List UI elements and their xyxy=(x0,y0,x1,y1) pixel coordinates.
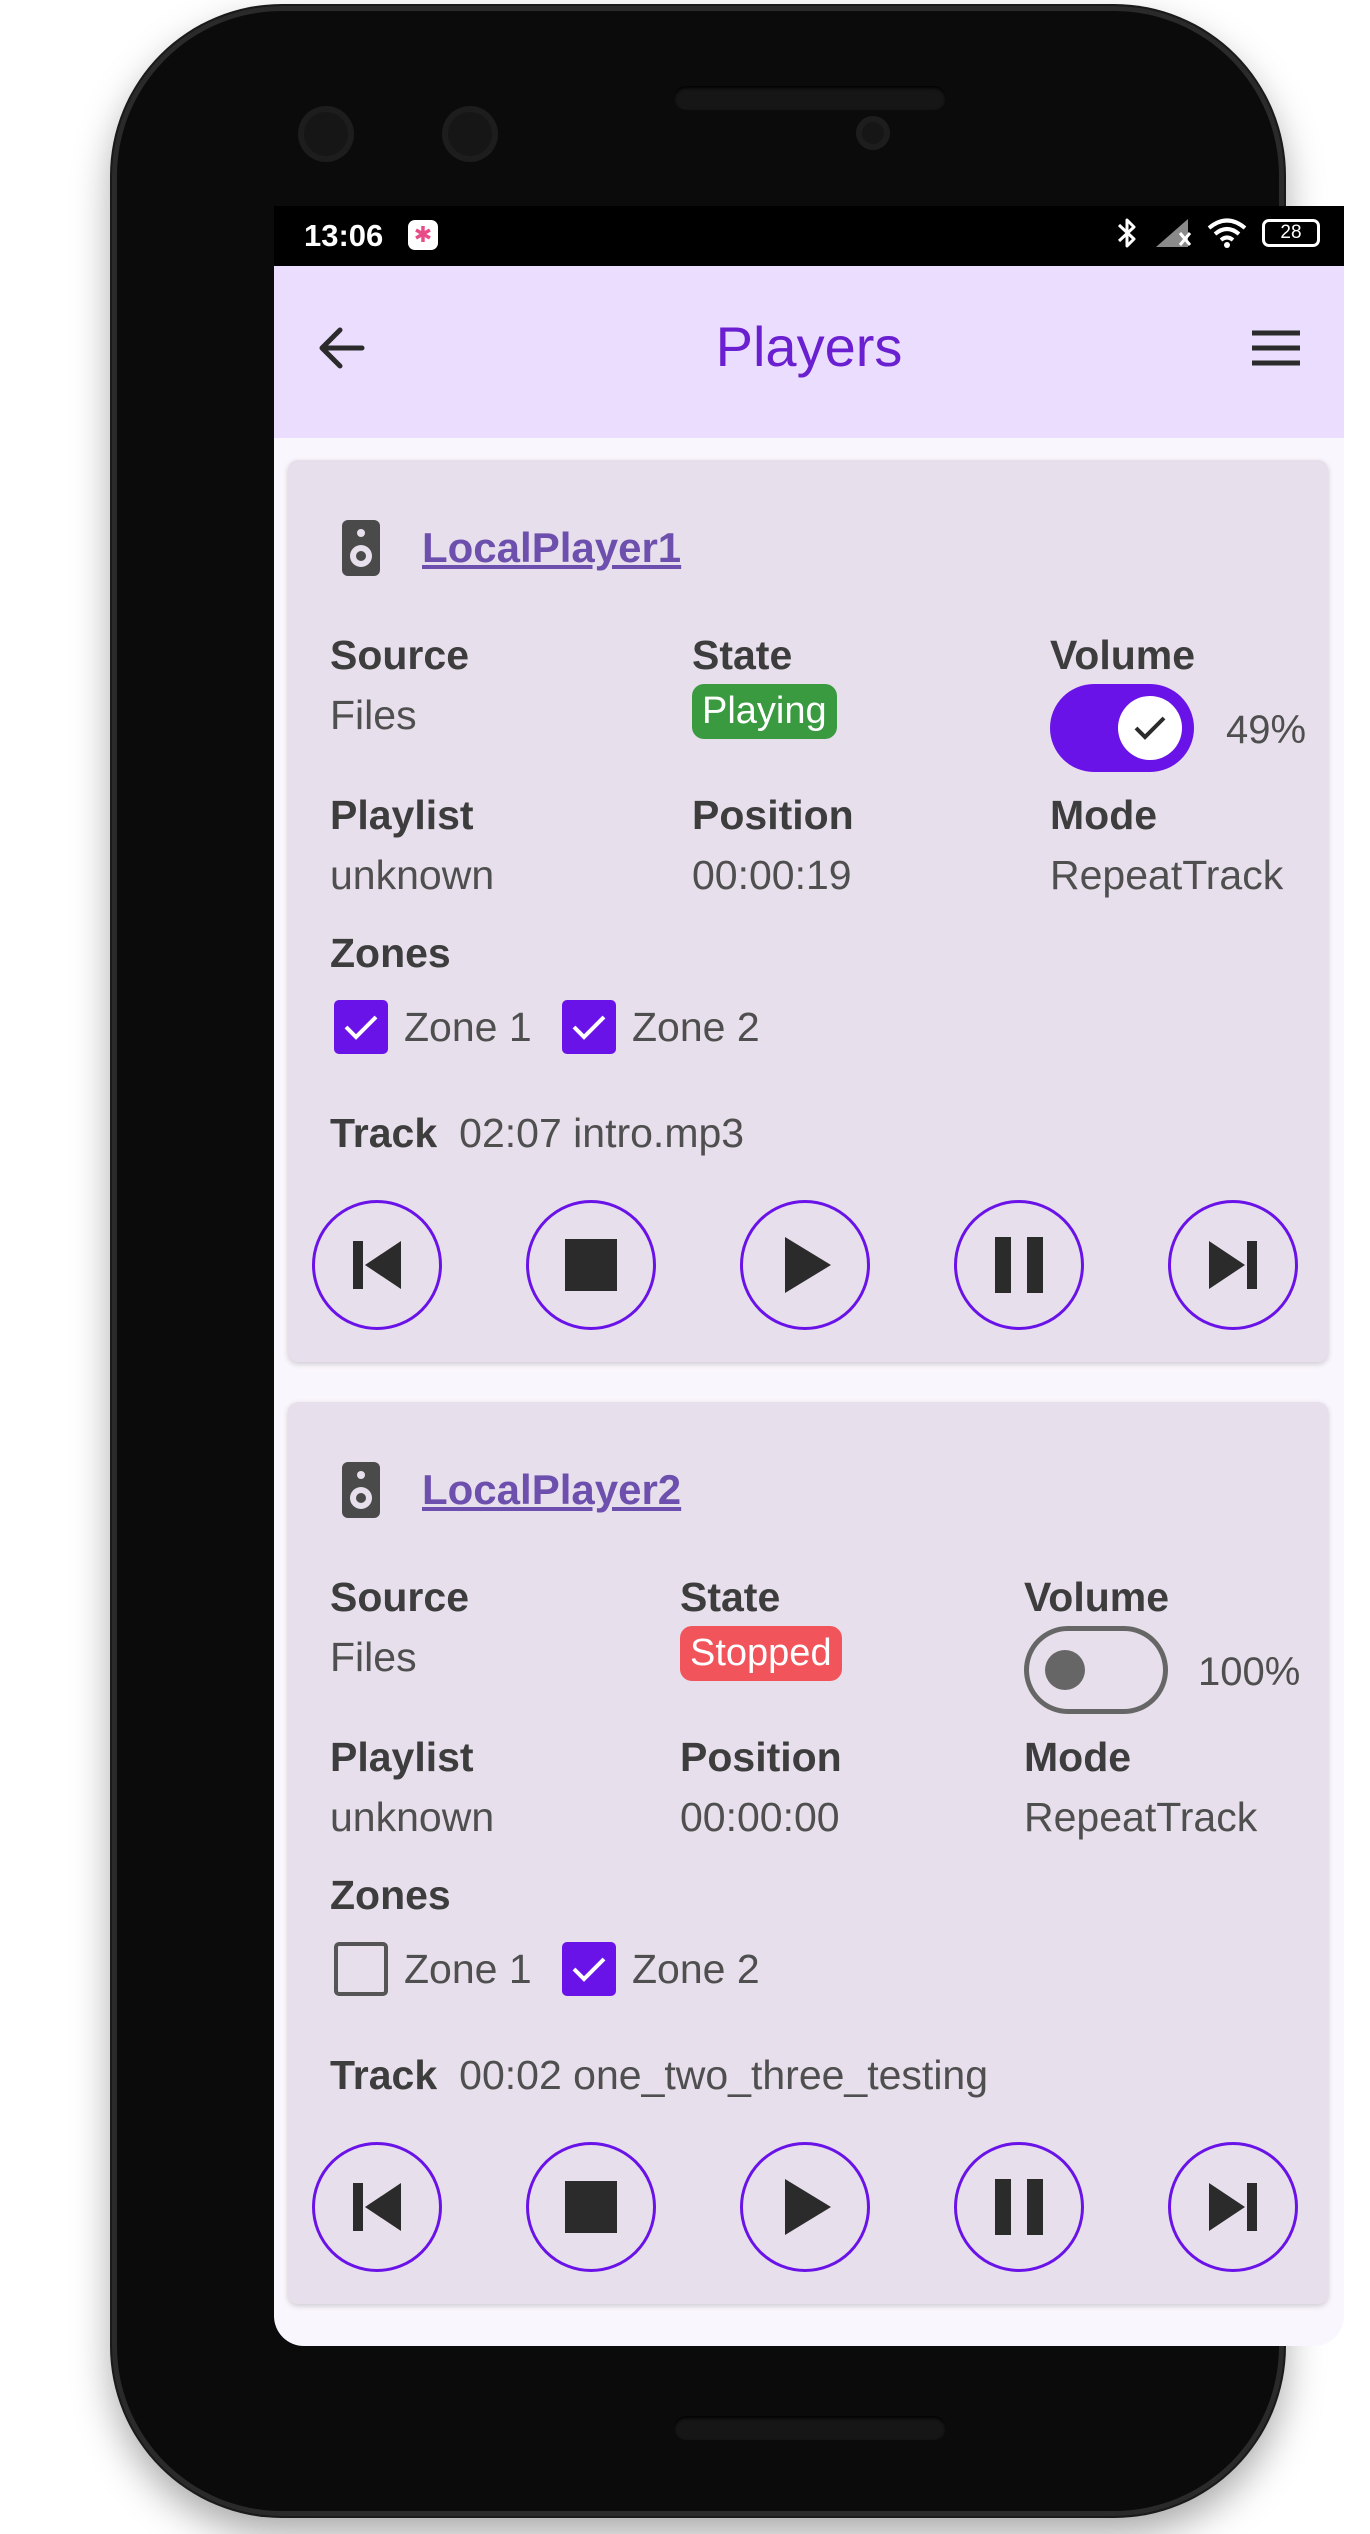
player-card: LocalPlayer1 Source Files State Playing … xyxy=(288,460,1328,1362)
state-badge: Playing xyxy=(692,684,837,739)
play-icon xyxy=(785,1237,831,1293)
stop-icon xyxy=(565,1239,617,1291)
track-info: Track 02:07 intro.mp3 xyxy=(330,1110,744,1157)
skip-next-icon xyxy=(1209,1241,1257,1289)
source-value: Files xyxy=(330,692,417,738)
source-label: Source xyxy=(330,632,469,678)
track-name: intro.mp3 xyxy=(573,1110,745,1156)
checkbox-unchecked[interactable] xyxy=(334,1942,388,1996)
bottom-speaker xyxy=(674,2416,946,2440)
play-button[interactable] xyxy=(740,2142,870,2272)
phone-frame: 13:06 ✱ 28 Players LocalPlayer1 Source F… xyxy=(112,6,1344,2516)
pause-icon xyxy=(995,2179,1043,2235)
zone-label: Zone 1 xyxy=(404,1003,532,1050)
playlist-label: Playlist xyxy=(330,1734,474,1780)
skip-next-icon xyxy=(1209,2183,1257,2231)
playlist-label: Playlist xyxy=(330,792,474,838)
status-time: 13:06 xyxy=(304,218,384,253)
zone-label: Zone 1 xyxy=(404,1945,532,1992)
checkbox-checked[interactable] xyxy=(334,1000,388,1054)
pause-button[interactable] xyxy=(954,2142,1084,2272)
zone-checkbox-2[interactable]: Zone 2 xyxy=(562,1942,760,1996)
stop-icon xyxy=(565,2181,617,2233)
mode-label: Mode xyxy=(1024,1734,1132,1780)
player-name-link[interactable]: LocalPlayer1 xyxy=(422,524,681,572)
stop-button[interactable] xyxy=(526,1200,656,1330)
bluetooth-icon xyxy=(1117,218,1136,248)
proximity-sensor xyxy=(856,116,890,150)
front-camera xyxy=(298,106,354,162)
signal-icon xyxy=(1156,219,1192,247)
zone-checkbox-1[interactable]: Zone 1 xyxy=(334,1000,532,1054)
track-label: Track xyxy=(330,2052,438,2098)
app-notification-icon: ✱ xyxy=(408,220,438,250)
pause-icon xyxy=(995,1237,1043,1293)
track-time: 02:07 xyxy=(459,1110,562,1156)
toggle-knob xyxy=(1045,1650,1085,1690)
track-label: Track xyxy=(330,1110,438,1156)
speaker-icon xyxy=(342,1462,380,1518)
volume-toggle[interactable] xyxy=(1024,1626,1168,1714)
status-bar: 13:06 ✱ 28 xyxy=(274,206,1344,266)
state-label: State xyxy=(692,632,793,678)
page-title: Players xyxy=(715,315,903,378)
battery-icon: 28 xyxy=(1262,219,1320,247)
stop-button[interactable] xyxy=(526,2142,656,2272)
zone-checkbox-1[interactable]: Zone 1 xyxy=(334,1942,532,1996)
play-icon xyxy=(785,2179,831,2235)
check-icon xyxy=(572,1957,606,1982)
volume-toggle[interactable] xyxy=(1050,684,1194,772)
check-icon xyxy=(344,1015,378,1040)
skip-previous-button[interactable] xyxy=(312,1200,442,1330)
wifi-icon xyxy=(1207,218,1247,248)
skip-next-button[interactable] xyxy=(1168,1200,1298,1330)
speaker-icon xyxy=(342,520,380,576)
state-badge: Stopped xyxy=(680,1626,842,1681)
source-label: Source xyxy=(330,1574,469,1620)
track-name: one_two_three_testing xyxy=(573,2052,989,2098)
playlist-value: unknown xyxy=(330,852,495,898)
zone-label: Zone 2 xyxy=(632,1003,760,1050)
volume-label: Volume xyxy=(1024,1574,1170,1620)
player-card: LocalPlayer2 Source Files State Stopped … xyxy=(288,1402,1328,2304)
position-value: 00:00:00 xyxy=(680,1794,840,1840)
skip-previous-icon xyxy=(353,2183,401,2231)
player-name-link[interactable]: LocalPlayer2 xyxy=(422,1466,681,1514)
skip-previous-button[interactable] xyxy=(312,2142,442,2272)
volume-label: Volume xyxy=(1050,632,1196,678)
zones-label: Zones xyxy=(330,930,451,976)
app-bar: Players xyxy=(274,266,1344,438)
source-value: Files xyxy=(330,1634,417,1680)
position-value: 00:00:19 xyxy=(692,852,852,898)
state-label: State xyxy=(680,1574,781,1620)
zones-label: Zones xyxy=(330,1872,451,1918)
mode-label: Mode xyxy=(1050,792,1158,838)
mode-value: RepeatTrack xyxy=(1050,852,1284,898)
position-label: Position xyxy=(680,1734,842,1780)
play-button[interactable] xyxy=(740,1200,870,1330)
hamburger-menu-icon xyxy=(1252,330,1300,366)
position-label: Position xyxy=(692,792,854,838)
toggle-knob xyxy=(1118,696,1182,760)
front-camera-2 xyxy=(442,106,498,162)
skip-next-button[interactable] xyxy=(1168,2142,1298,2272)
volume-percent: 100% xyxy=(1198,1650,1301,1694)
check-icon xyxy=(1134,716,1166,740)
battery-level: 28 xyxy=(1280,222,1302,243)
checkbox-checked[interactable] xyxy=(562,1000,616,1054)
check-icon xyxy=(572,1015,606,1040)
mode-value: RepeatTrack xyxy=(1024,1794,1258,1840)
track-time: 00:02 xyxy=(459,2052,562,2098)
checkbox-checked[interactable] xyxy=(562,1942,616,1996)
zone-checkbox-2[interactable]: Zone 2 xyxy=(562,1000,760,1054)
earpiece-speaker xyxy=(674,86,946,110)
skip-previous-icon xyxy=(353,1241,401,1289)
volume-percent: 49% xyxy=(1226,708,1307,752)
screen: 13:06 ✱ 28 Players LocalPlayer1 Source F… xyxy=(274,206,1344,2346)
menu-button[interactable] xyxy=(1244,316,1308,380)
playlist-value: unknown xyxy=(330,1794,495,1840)
zone-label: Zone 2 xyxy=(632,1945,760,1992)
track-info: Track 00:02 one_two_three_testing xyxy=(330,2052,988,2099)
pause-button[interactable] xyxy=(954,1200,1084,1330)
